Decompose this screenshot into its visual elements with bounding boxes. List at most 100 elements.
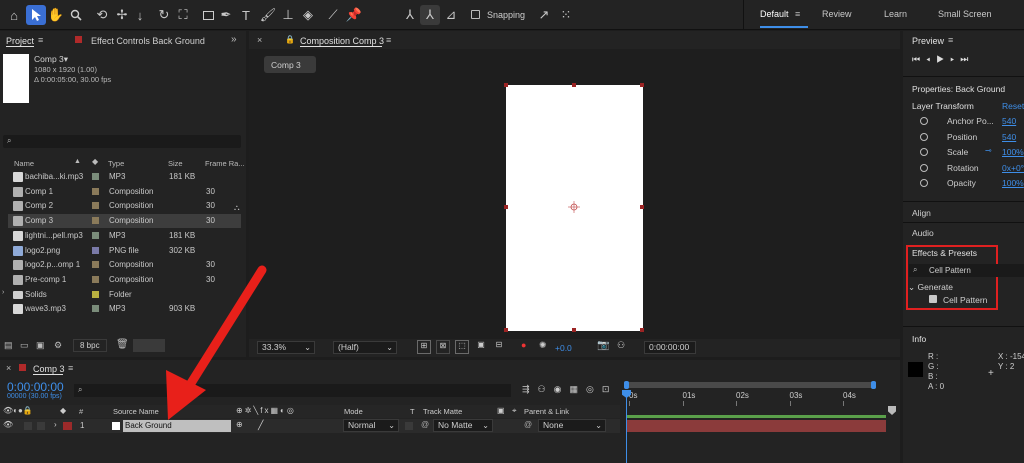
label-color-swatch[interactable] [92, 173, 99, 180]
label-color-swatch[interactable] [92, 231, 99, 239]
local-axis-icon[interactable]: ⅄ [400, 5, 420, 25]
parent-pickwhip-icon[interactable]: @ [524, 420, 532, 429]
layer-label-color[interactable] [63, 422, 72, 430]
label-color-swatch[interactable] [92, 290, 99, 298]
preserve-transparency-toggle[interactable] [405, 422, 413, 430]
last-frame-icon[interactable]: ⏭ [960, 54, 974, 64]
first-frame-icon[interactable]: ⏮ [912, 54, 926, 64]
brush-tool-icon[interactable]: 🖌 [258, 5, 278, 25]
show-snapshot-icon[interactable]: ⚇ [617, 340, 625, 351]
composition-menu-icon[interactable]: ≡ [386, 35, 391, 45]
parent-dropdown[interactable]: None ⌄ [538, 419, 606, 432]
motion-blur-icon[interactable]: ◎ [586, 384, 602, 394]
lock-icon[interactable]: 🔒 [285, 35, 295, 44]
orbit-camera-icon[interactable]: ⟲ [92, 5, 112, 25]
snapshot-camera-icon[interactable]: 📷 [597, 340, 609, 351]
dolly-camera-icon[interactable]: ↓ [130, 5, 150, 25]
stopwatch-icon[interactable] [920, 148, 928, 156]
workspace-learn[interactable]: Learn [884, 9, 907, 19]
project-menu-icon[interactable]: ≡ [38, 35, 43, 45]
grid-guides-icon[interactable]: ⊟ [492, 340, 506, 354]
current-time-field[interactable]: 0:00:00:00 [644, 341, 696, 354]
selection-tool-icon[interactable] [26, 5, 46, 25]
flowchart-icon[interactable]: ⛬ [234, 203, 240, 213]
transform-property-value[interactable]: 100% [1002, 178, 1024, 188]
graph-editor-icon[interactable]: ⊡ [602, 384, 618, 394]
expand-chevron-icon[interactable]: › [54, 420, 57, 429]
project-item[interactable]: Comp 3 Composition 30 [8, 214, 241, 229]
project-item[interactable]: logo2.png PNG file 302 KB [8, 244, 241, 258]
effects-search-input[interactable]: ⌕ Cell Pattern [909, 264, 1024, 277]
stopwatch-icon[interactable] [920, 179, 928, 187]
close-tab-icon[interactable]: × [6, 363, 11, 373]
current-time-indicator[interactable] [626, 390, 627, 463]
preview-menu-icon[interactable]: ≡ [948, 35, 953, 45]
layer-duration-bar[interactable] [627, 420, 886, 432]
project-item[interactable]: Comp 1 Composition 30 [8, 185, 241, 199]
project-search-input[interactable]: ⌕ [3, 135, 241, 148]
eraser-tool-icon[interactable]: ◈ [298, 5, 318, 25]
label-color-swatch[interactable] [92, 275, 99, 283]
color-management-icon[interactable]: ✺ [539, 340, 547, 351]
pan-camera-icon[interactable]: ✢ [112, 5, 132, 25]
transform-property-value[interactable]: 540 [1002, 132, 1016, 142]
view-axis-icon[interactable]: ⊿ [441, 5, 461, 25]
fast-previews-icon[interactable]: ⊞ [417, 340, 431, 354]
home-icon[interactable]: ⌂ [4, 5, 24, 25]
transparency-grid-icon[interactable]: ⊠ [436, 340, 450, 354]
label-color-swatch[interactable] [92, 246, 99, 254]
roto-brush-tool-icon[interactable]: ⟋ [323, 5, 343, 25]
layer-row[interactable]: 👁 › 1 Back Ground ⊕ ╱ Normal ⌄ @ No Matte… [0, 419, 620, 433]
column-type[interactable]: Type [108, 159, 124, 168]
track-matte-dropdown[interactable]: No Matte ⌄ [433, 419, 493, 432]
label-tag-icon[interactable]: ◆ [92, 157, 98, 166]
workspace-review[interactable]: Review [822, 9, 852, 19]
timeline-menu-icon[interactable]: ≡ [68, 363, 73, 373]
effects-category-generate[interactable]: ⌄ Generate [908, 282, 953, 293]
work-area-navigator[interactable] [624, 382, 876, 388]
column-mode[interactable]: Mode [344, 407, 363, 416]
interpret-footage-icon[interactable]: ▤ [4, 340, 13, 351]
label-color-swatch[interactable] [92, 261, 99, 269]
tab-project[interactable]: Project [6, 36, 34, 46]
solo-toggle[interactable] [24, 422, 32, 430]
draft-3d-icon[interactable]: ⚇ [538, 384, 554, 394]
tab-timeline-comp[interactable]: Comp 3 [33, 364, 65, 374]
new-folder-icon[interactable]: ▭ [20, 340, 29, 351]
column-track-matte[interactable]: Track Matte [423, 407, 462, 416]
shy-layers-icon[interactable]: ◉ [554, 384, 570, 394]
world-axis-icon[interactable]: ⅄ [420, 5, 440, 25]
column-frame-rate[interactable]: Frame Ra... [205, 159, 245, 168]
close-tab-icon[interactable]: × [257, 35, 262, 45]
label-color-swatch[interactable] [92, 202, 99, 210]
work-area-bar[interactable] [627, 415, 886, 418]
clone-stamp-tool-icon[interactable]: ⊥ [278, 5, 298, 25]
audio-title[interactable]: Audio [912, 228, 934, 238]
comp-mini-flowchart-icon[interactable]: ⇶ [522, 384, 538, 394]
zoom-tool-icon[interactable] [66, 5, 86, 25]
puppet-pin-tool-icon[interactable]: 📌 [344, 5, 364, 25]
column-t[interactable]: T [410, 407, 415, 416]
rectangle-tool-icon[interactable] [198, 5, 218, 25]
stopwatch-icon[interactable] [920, 117, 928, 125]
mask-visibility-icon[interactable]: ⬚ [455, 340, 469, 354]
stopwatch-icon[interactable] [920, 132, 928, 141]
project-item[interactable]: bachiba...ki.mp3 MP3 181 KB [8, 170, 241, 184]
lock-toggle[interactable] [37, 422, 45, 430]
workspace-small-screen[interactable]: Small Screen [938, 9, 992, 19]
label-color-swatch[interactable] [92, 187, 99, 195]
timeline-search-input[interactable]: ⌕ [74, 384, 511, 397]
tab-effect-controls[interactable]: Effect Controls Back Ground [91, 36, 205, 46]
constrain-proportions-icon[interactable]: ⊸ [985, 146, 992, 155]
region-of-interest-icon[interactable]: ▣ [474, 340, 488, 354]
effect-item-cell-pattern[interactable]: Cell Pattern [943, 295, 987, 305]
workspace-default[interactable]: Default [760, 9, 789, 19]
panel-expand-icon[interactable]: » [231, 34, 237, 45]
new-comp-icon[interactable]: ▣ [36, 340, 45, 351]
transform-property-value[interactable]: 0x+0° [1002, 163, 1024, 173]
pan-behind-tool-icon[interactable]: ⛶ [173, 5, 193, 25]
snap-features-icon[interactable]: ⁙ [556, 5, 576, 25]
project-item[interactable]: Comp 2 Composition 30 [8, 199, 241, 213]
label-color-swatch[interactable] [92, 305, 99, 313]
type-tool-icon[interactable]: T [236, 5, 256, 25]
